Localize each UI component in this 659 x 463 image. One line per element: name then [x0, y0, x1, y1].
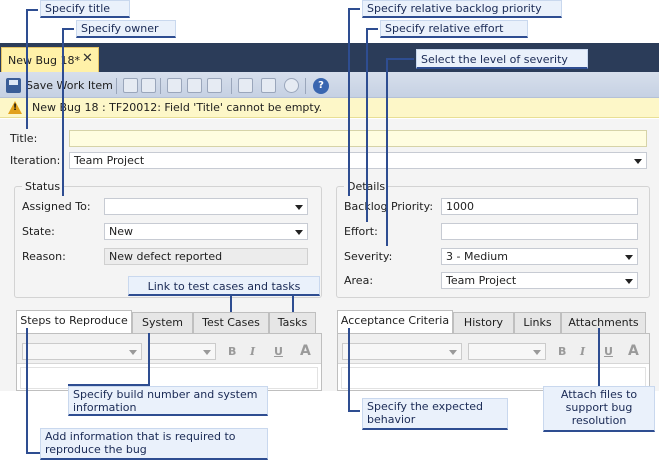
iteration-dropdown[interactable]: Team Project [69, 152, 647, 169]
state-dropdown[interactable]: New [104, 223, 308, 240]
font-color-icon[interactable]: A [628, 343, 639, 359]
assigned-to-label: Assigned To: [22, 200, 91, 213]
tab-system[interactable]: System [132, 312, 193, 333]
italic-icon[interactable]: I [580, 345, 585, 358]
underline-icon[interactable]: U [274, 345, 283, 358]
backlog-priority-input[interactable]: 1000 [441, 198, 638, 215]
open-in-office-icon[interactable] [261, 78, 276, 93]
underline-icon[interactable]: U [604, 345, 613, 358]
reason-label: Reason: [22, 250, 66, 263]
refresh-icon[interactable] [123, 78, 138, 93]
new-linked-item-icon[interactable] [167, 78, 182, 93]
chevron-down-icon [295, 230, 303, 235]
severity-dropdown[interactable]: 3 - Medium [441, 248, 638, 265]
effort-label: Effort: [344, 225, 378, 238]
callout-leader [26, 9, 38, 11]
document-tab-new-bug[interactable]: New Bug 18* ✕ [1, 47, 99, 72]
font-size-combo[interactable] [468, 343, 546, 360]
callout-leader [292, 294, 294, 312]
chevron-down-icon [625, 279, 633, 284]
area-label: Area: [344, 274, 374, 287]
save-work-item-button[interactable]: Save Work Item [26, 79, 113, 92]
toolbar-separator [116, 78, 117, 94]
font-color-icon[interactable]: A [300, 343, 311, 359]
tab-history[interactable]: History [453, 312, 514, 333]
callout-leader [386, 58, 388, 246]
link-item-icon[interactable] [207, 78, 222, 93]
validation-message: New Bug 18 : TF20012: Field 'Title' cann… [32, 101, 323, 114]
close-icon[interactable]: ✕ [82, 51, 93, 66]
font-name-combo[interactable] [342, 343, 462, 360]
callout-specify-owner: Specify owner [76, 20, 176, 38]
tab-steps-to-reproduce[interactable]: Steps to Reproduce [16, 310, 132, 333]
callout-backlog-priority: Specify relative backlog priority [362, 0, 562, 18]
state-label: State: [22, 225, 55, 238]
callout-leader [348, 8, 360, 10]
callout-severity: Select the level of severity [416, 49, 588, 69]
callout-steps-info: Add information that is required to repr… [40, 428, 268, 460]
tab-test-cases[interactable]: Test Cases [193, 312, 269, 333]
callout-leader [62, 28, 64, 196]
backlog-priority-label: Backlog Priority: [344, 200, 434, 213]
font-size-combo[interactable] [148, 343, 216, 360]
callout-leader [348, 8, 350, 196]
italic-icon[interactable]: I [250, 345, 255, 358]
tab-links[interactable]: Links [514, 312, 561, 333]
callout-leader [230, 294, 232, 312]
title-label: Title: [10, 132, 38, 145]
callout-leader [366, 28, 368, 222]
callout-leader [26, 328, 28, 454]
tab-attachments[interactable]: Attachments [561, 312, 646, 333]
callout-attach-files: Attach files to support bug resolution [543, 386, 655, 432]
chevron-down-icon [625, 255, 633, 260]
warning-icon-mark: ! [13, 103, 18, 113]
callout-expected-behavior: Specify the expected behavior [362, 398, 508, 430]
bold-icon[interactable]: B [228, 345, 236, 358]
area-dropdown[interactable]: Team Project [441, 272, 638, 289]
callout-leader [386, 58, 414, 60]
callout-leader [26, 9, 28, 129]
chevron-down-icon [295, 205, 303, 210]
effort-input[interactable] [441, 223, 638, 240]
chevron-down-icon [634, 159, 642, 164]
iteration-label: Iteration: [10, 154, 61, 167]
toolbar-separator [305, 78, 306, 94]
callout-leader [26, 452, 40, 454]
tab-tasks[interactable]: Tasks [269, 312, 316, 333]
callout-leader [366, 28, 378, 30]
callout-leader [62, 28, 74, 30]
status-group-title: Status [22, 180, 64, 193]
callout-leader [348, 410, 360, 412]
font-name-combo[interactable] [22, 343, 142, 360]
callout-leader [348, 328, 350, 412]
bold-icon[interactable]: B [558, 345, 566, 358]
check-icon[interactable] [284, 78, 299, 93]
document-tab-title: New Bug 18* [8, 54, 80, 67]
send-mail-icon[interactable] [238, 78, 253, 93]
title-input[interactable] [69, 130, 647, 147]
tab-acceptance-criteria[interactable]: Acceptance Criteria [337, 310, 453, 333]
severity-label: Severity: [344, 250, 393, 263]
callout-build-number: Specify build number and system informat… [68, 386, 268, 416]
callout-link-test-cases: Link to test cases and tasks [128, 276, 320, 296]
callout-leader [148, 333, 150, 385]
save-icon[interactable] [6, 78, 21, 93]
toolbar-separator [160, 78, 161, 94]
undo-icon[interactable] [141, 78, 156, 93]
help-icon[interactable]: ? [313, 78, 329, 94]
callout-specify-title: Specify title [40, 0, 130, 18]
reason-field: New defect reported [104, 248, 308, 265]
callout-leader [598, 328, 600, 386]
callout-relative-effort: Specify relative effort [380, 20, 528, 38]
copy-item-icon[interactable] [187, 78, 202, 93]
toolbar-separator [231, 78, 232, 94]
assigned-to-dropdown[interactable] [104, 198, 308, 215]
